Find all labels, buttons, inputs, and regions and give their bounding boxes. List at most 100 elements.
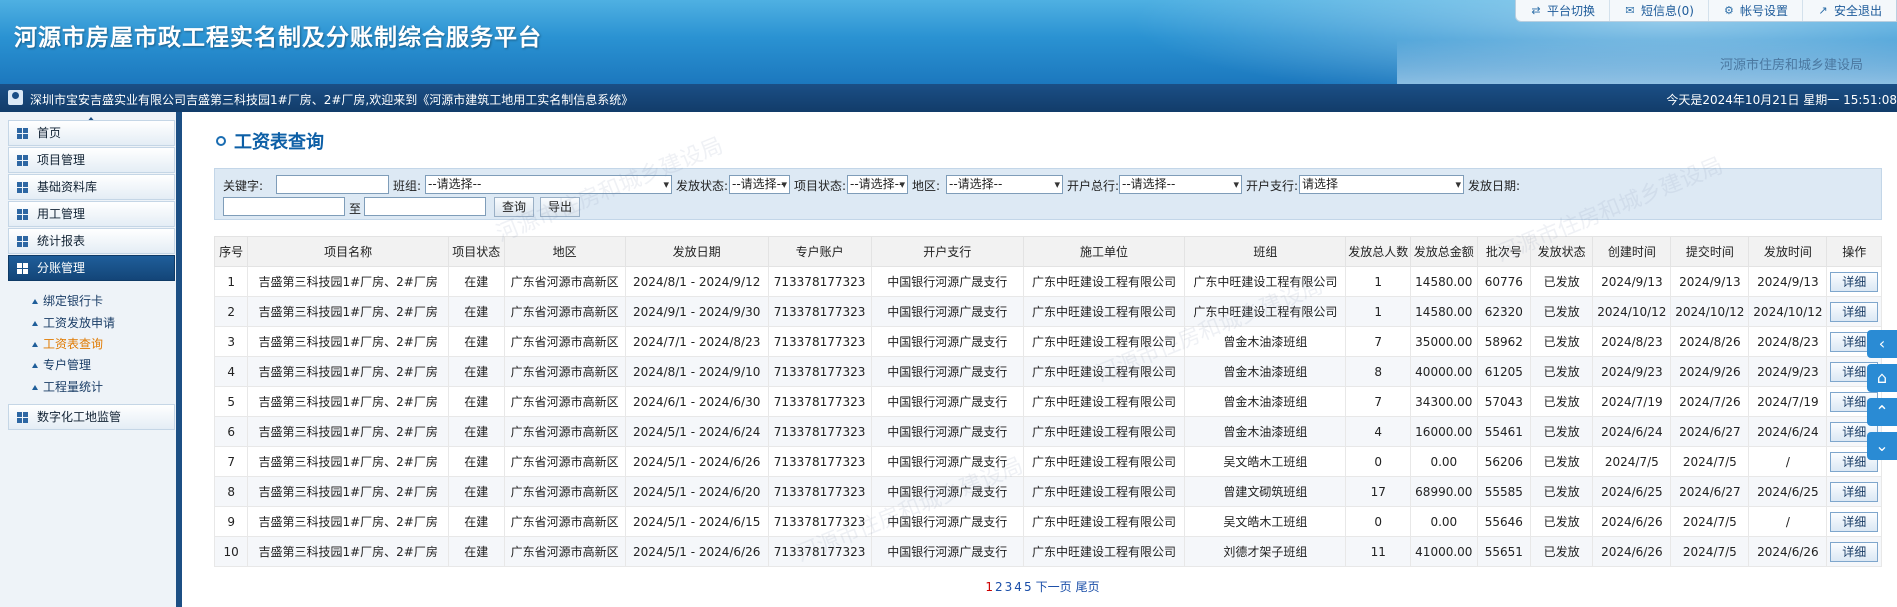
pay-status-select[interactable]: --请选择--: [729, 175, 790, 194]
page-link[interactable]: 3: [1005, 580, 1013, 594]
current-date: 今天是2024年10月21日 星期一 15:51:08: [1666, 93, 1897, 107]
table-cell: 2024/9/13: [1748, 266, 1828, 297]
table-cell: 9: [213, 506, 249, 537]
info-bar: 深圳市宝安吉盛实业有限公司吉盛第三科技园1#厂房、2#厂房,欢迎来到《河源市建筑…: [0, 84, 1897, 112]
triangle-icon: [32, 363, 38, 368]
branch-select[interactable]: 请选择: [1299, 175, 1464, 194]
detail-button[interactable]: 详细: [1830, 511, 1879, 532]
table-cell: 曾金木油漆班组: [1184, 416, 1347, 447]
subnav-special-account[interactable]: 专户管理: [32, 356, 91, 373]
table-cell: 2024/9/23: [1592, 356, 1672, 387]
table-cell: 0.00: [1409, 506, 1478, 537]
sidebar-item-base-data[interactable]: 基础资料库: [8, 174, 175, 200]
table-cell: 2024/10/12: [1748, 296, 1828, 327]
table-cell: 2024/6/27: [1670, 476, 1750, 507]
table-cell: 1: [1345, 296, 1411, 327]
table-cell: 已发放: [1530, 386, 1594, 417]
table-cell: 2024/7/5: [1592, 446, 1672, 477]
table-cell: 35000.00: [1409, 326, 1478, 357]
table-cell: 8: [213, 476, 249, 507]
export-button[interactable]: 导出: [540, 197, 580, 217]
subnav-wage-application[interactable]: 工资发放申请: [32, 314, 115, 331]
page-link[interactable]: 5: [1024, 580, 1032, 594]
table-cell: 在建: [447, 326, 505, 357]
region-select[interactable]: --请选择--: [946, 175, 1063, 194]
pagination: 1 2 3 4 5 下一页 尾页: [188, 578, 1897, 595]
table-cell: 60776: [1476, 266, 1532, 297]
table-cell: 2024/6/27: [1670, 416, 1750, 447]
account-settings-link[interactable]: ⚙ 帐号设置: [1707, 0, 1802, 21]
table-cell: /: [1748, 506, 1828, 537]
detail-button[interactable]: 详细: [1830, 541, 1879, 562]
table-cell: 广东省河源市高新区: [503, 326, 626, 357]
date-to-input[interactable]: [364, 197, 486, 216]
sidebar-item-labor[interactable]: 用工管理: [8, 201, 175, 227]
table-cell: 2024/6/26: [1592, 536, 1672, 567]
table-cell: 吉盛第三科技园1#厂房、2#厂房: [247, 266, 449, 297]
detail-button[interactable]: 详细: [1830, 301, 1879, 322]
chevron-left-icon[interactable]: ‹: [1867, 330, 1897, 358]
page-link[interactable]: 2: [995, 580, 1003, 594]
table-cell: 2024/7/19: [1592, 386, 1672, 417]
team-select[interactable]: --请选择--: [425, 175, 672, 194]
keyword-input[interactable]: [276, 175, 389, 194]
floating-nav: ‹ ⌂ ⌃ ⌄: [1867, 330, 1897, 466]
platform-switch-link[interactable]: ⇄ 平台切换: [1516, 0, 1609, 21]
team-label: 班组:: [393, 179, 422, 193]
app-title: 河源市房屋市政工程实名制及分账制综合服务平台: [14, 25, 542, 51]
sidebar-item-accounting[interactable]: 分账管理: [8, 255, 175, 281]
top-nav: ⇄ 平台切换 ✉ 短信息(0) ⚙ 帐号设置 ↗ 安全退出: [1514, 0, 1897, 22]
page-link[interactable]: 4: [1014, 580, 1022, 594]
table-cell: 34300.00: [1409, 386, 1478, 417]
subnav-wage-query[interactable]: 工资表查询: [32, 335, 103, 352]
date-from-input[interactable]: [223, 197, 345, 216]
sidebar-item-reports[interactable]: 统计报表: [8, 228, 175, 254]
table-cell: 吉盛第三科技园1#厂房、2#厂房: [247, 446, 449, 477]
detail-button[interactable]: 详细: [1830, 481, 1879, 502]
last-page-link[interactable]: 尾页: [1076, 580, 1100, 594]
table-cell: 2024/5/1 - 2024/6/20: [624, 476, 769, 507]
table-header-row: 序号 项目名称 项目状态 地区 发放日期 专户账户 开户支行 施工单位 班组 发放总人数 发放总金额…: [213, 236, 1882, 267]
arrow-down-icon[interactable]: ⌄: [1867, 432, 1897, 460]
table-cell: 2024/7/19: [1748, 386, 1828, 417]
sidebar-item-digital-site[interactable]: 数字化工地监管: [8, 404, 175, 430]
table-cell: 40000.00: [1409, 356, 1478, 387]
page-title-text: 工资表查询: [234, 132, 324, 153]
table-cell: 吉盛第三科技园1#厂房、2#厂房: [247, 386, 449, 417]
detail-button[interactable]: 详细: [1830, 271, 1879, 292]
table-cell: 10: [213, 536, 249, 567]
query-button[interactable]: 查询: [494, 197, 534, 217]
table-cell: 2024/8/23: [1748, 326, 1828, 357]
date-to-label: 至: [349, 202, 362, 216]
table-cell: 6: [213, 416, 249, 447]
table-cell: 14580.00: [1409, 266, 1478, 297]
grid-icon: [17, 412, 28, 423]
table-row: 1 吉盛第三科技园1#厂房、2#厂房 在建 广东省河源市高新区 2024/8/1 - 2…: [213, 266, 1882, 297]
subnav-label: 绑定银行卡: [43, 294, 104, 308]
sidebar-item-home[interactable]: 首页: [8, 120, 175, 146]
next-page-link[interactable]: 下一页: [1036, 580, 1072, 594]
logout-link[interactable]: ↗ 安全退出: [1801, 0, 1896, 21]
sidebar-item-projects[interactable]: 项目管理: [8, 147, 175, 173]
table-cell: /: [1748, 446, 1828, 477]
table-cell: 56206: [1476, 446, 1532, 477]
subnav-bind-bank-card[interactable]: 绑定银行卡: [32, 292, 103, 309]
table-cell: 55461: [1476, 416, 1532, 447]
project-status-select[interactable]: --请选择--: [847, 175, 908, 194]
sidebar-item-label: 项目管理: [37, 153, 86, 167]
arrow-up-icon[interactable]: ⌃: [1867, 398, 1897, 426]
home-icon[interactable]: ⌂: [1867, 364, 1897, 392]
bank-select[interactable]: --请选择--: [1119, 175, 1242, 194]
table-cell: 已发放: [1530, 296, 1594, 327]
table-cell: 吴文皓木工班组: [1184, 446, 1347, 477]
page-link[interactable]: 1: [985, 580, 993, 594]
table-cell: 2024/5/1 - 2024/6/26: [624, 446, 769, 477]
table-cell: 713378177323: [767, 326, 872, 357]
table-cell: 广东省河源市高新区: [503, 386, 626, 417]
subnav-workload-stats[interactable]: 工程量统计: [32, 378, 103, 395]
table-cell: 5: [213, 386, 249, 417]
action-cell: 详细: [1826, 506, 1882, 537]
messages-link[interactable]: ✉ 短信息(0): [1608, 0, 1708, 21]
table-cell: 2024/6/25: [1592, 476, 1672, 507]
table-cell: 7: [213, 446, 249, 477]
